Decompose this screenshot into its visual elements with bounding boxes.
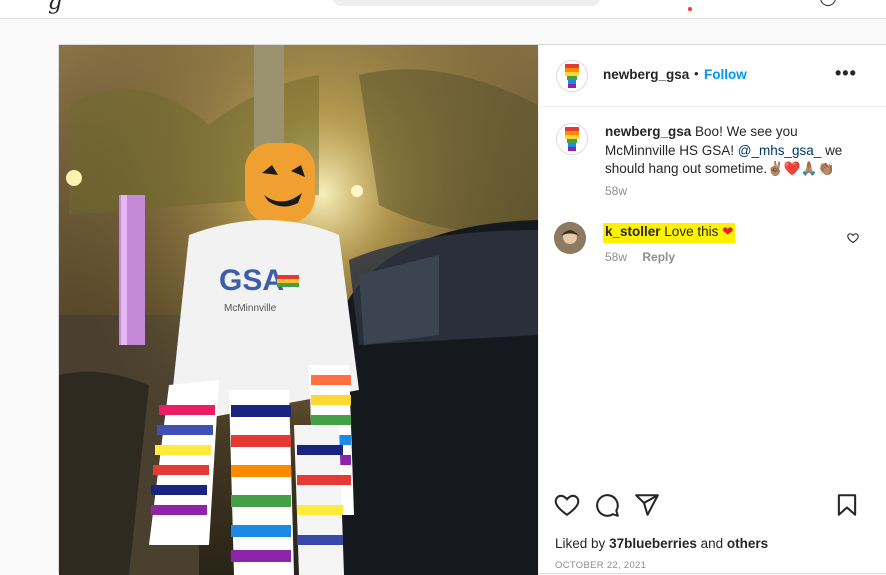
likes-and: and: [700, 536, 724, 551]
comment-age[interactable]: 58w: [605, 250, 627, 264]
post-sidebar: newberg_gsa • Follow ••• newberg_gsa Boo…: [538, 45, 886, 575]
author-username[interactable]: newberg_gsa: [603, 67, 689, 82]
separator-dot: •: [694, 66, 699, 81]
post-header: newberg_gsa • Follow •••: [539, 45, 886, 107]
caption-username[interactable]: newberg_gsa: [605, 124, 691, 139]
post-actions: [539, 492, 886, 532]
search-input[interactable]: [333, 0, 600, 6]
post-caption: newberg_gsa Boo! We see you McMinnville …: [605, 123, 855, 179]
notification-dot-icon: [688, 7, 692, 11]
more-options-icon[interactable]: •••: [835, 63, 857, 84]
commenter-username[interactable]: k_stoller: [605, 224, 661, 239]
likes-prefix: Liked by: [555, 536, 606, 551]
comment-meta: 58w Reply: [605, 250, 675, 264]
liked-by-others[interactable]: others: [727, 536, 768, 551]
instagram-logo[interactable]: g: [48, 0, 62, 15]
author-avatar[interactable]: [556, 60, 588, 92]
pride-fist-icon: [565, 127, 579, 151]
top-nav-bar: g: [0, 0, 886, 19]
comment-like-icon[interactable]: [847, 231, 859, 249]
commenter-avatar[interactable]: [554, 222, 586, 254]
comment-heart-emoji: ❤: [722, 224, 734, 239]
comment-text: Love this: [664, 224, 719, 239]
user-photo-icon: [554, 222, 586, 254]
reply-button[interactable]: Reply: [642, 250, 675, 264]
comment-item: k_stoller Love this ❤: [603, 223, 736, 243]
caption-avatar[interactable]: [556, 123, 588, 155]
svg-text:McMinnville: McMinnville: [224, 303, 277, 314]
post-dialog: GSA McMinnville newberg_gsa • Follow •••…: [58, 44, 886, 575]
post-photo[interactable]: GSA McMinnville: [59, 45, 538, 575]
comment-icon[interactable]: [594, 492, 620, 523]
caption-mention[interactable]: @_mhs_gsa_: [738, 143, 822, 158]
pride-fist-icon: [565, 64, 579, 88]
share-icon[interactable]: [634, 492, 660, 523]
bookmark-icon[interactable]: [834, 492, 860, 523]
svg-text:GSA: GSA: [219, 264, 284, 297]
liked-by-user[interactable]: 37blueberries: [609, 536, 697, 551]
profile-icon[interactable]: [820, 0, 836, 6]
caption-emoji: ✌🏽❤️🙏🏽👏🏽: [767, 161, 835, 176]
follow-button[interactable]: Follow: [704, 67, 747, 82]
caption-age[interactable]: 58w: [605, 184, 627, 198]
heart-icon[interactable]: [554, 492, 580, 523]
likes-summary: Liked by 37blueberries and others: [555, 536, 768, 551]
